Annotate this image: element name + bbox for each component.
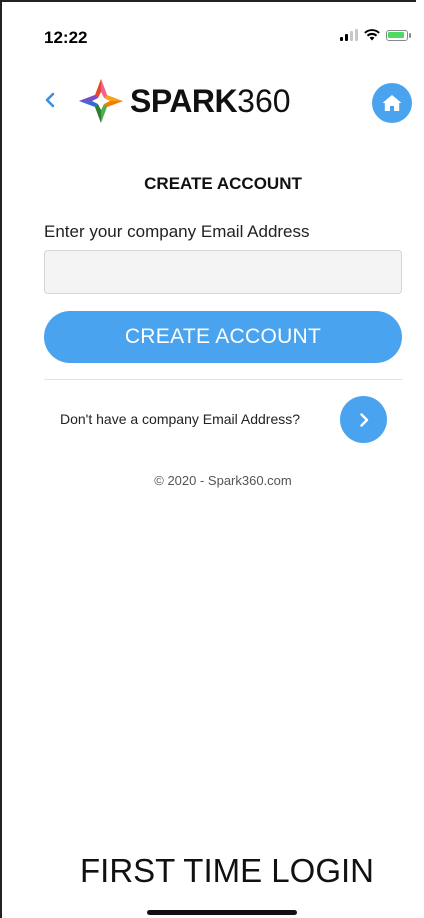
home-icon: [382, 95, 402, 111]
no-company-email-button[interactable]: [340, 396, 387, 443]
no-company-email-text: Don't have a company Email Address?: [60, 411, 301, 427]
spark360-logo: SPARK 360: [78, 78, 291, 124]
screen-caption: FIRST TIME LOGIN: [80, 852, 374, 889]
status-time: 12:22: [44, 28, 88, 47]
device-frame: [0, 0, 424, 918]
logo-wordmark-number: 360: [237, 82, 291, 119]
frame-edge: [416, 0, 424, 918]
email-field[interactable]: [44, 250, 402, 294]
logo-wordmark-bold: SPARK: [130, 82, 238, 119]
wifi-icon: [364, 29, 380, 41]
chevron-left-icon: [45, 92, 55, 108]
battery-charging-icon: [386, 29, 411, 41]
chevron-right-icon: [359, 412, 368, 427]
home-indicator: [147, 910, 297, 915]
spark-star-logo-icon: [79, 79, 123, 123]
home-button[interactable]: [372, 83, 412, 123]
page-title: CREATE ACCOUNT: [144, 174, 302, 193]
status-icons: [340, 29, 411, 41]
email-field-label: Enter your company Email Address: [44, 222, 310, 241]
divider: [44, 379, 402, 380]
signal-icon: [340, 29, 358, 41]
copyright-text: © 2020 - Spark360.com: [154, 473, 292, 488]
create-account-button[interactable]: CREATE ACCOUNT: [44, 311, 402, 363]
back-button[interactable]: [44, 88, 56, 114]
